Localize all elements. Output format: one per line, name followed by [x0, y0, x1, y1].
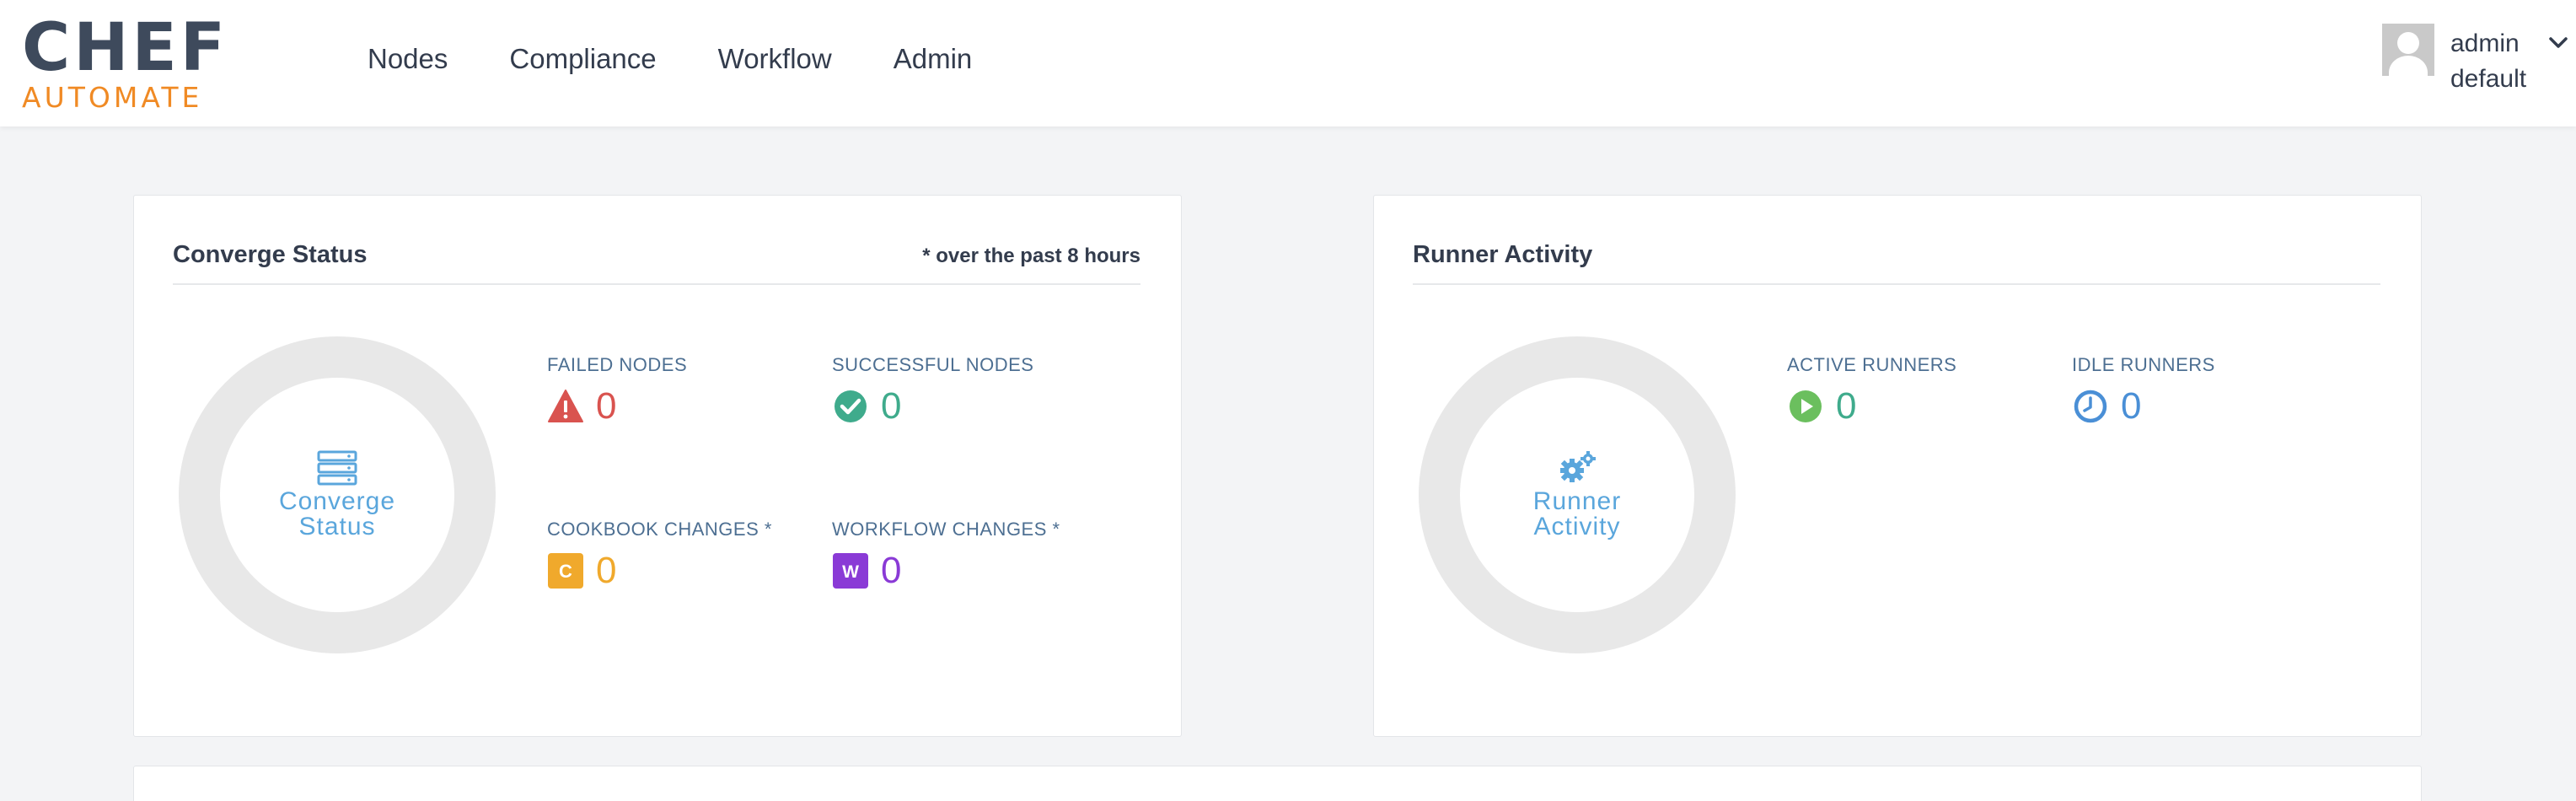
stat-label: ACTIVE RUNNERS	[1787, 354, 1957, 375]
runner-activity-donut[interactable]: Runner Activity	[1419, 336, 1736, 653]
nav-item-nodes[interactable]: Nodes	[368, 39, 448, 79]
stat-row: 0	[2072, 388, 2215, 425]
converge-status-donut[interactable]: Converge Status	[179, 336, 496, 653]
nav-item-compliance[interactable]: Compliance	[509, 39, 656, 79]
card-title: Converge Status	[173, 241, 368, 268]
failed-nodes-count: 0	[596, 385, 617, 427]
workflow-changes-stat[interactable]: WORKFLOW CHANGES * W 0	[832, 517, 1060, 589]
top-navbar: CHEF AUTOMATE Nodes Compliance Workflow …	[0, 0, 2576, 126]
donut-label: Converge Status	[278, 487, 396, 540]
logo-automate-text: AUTOMATE	[22, 81, 203, 114]
stat-label: COOKBOOK CHANGES *	[547, 519, 772, 540]
main-nav: Nodes Compliance Workflow Admin	[368, 39, 1033, 79]
donut-center: Runner Activity	[1460, 378, 1694, 612]
chevron-down-icon[interactable]	[2547, 32, 2569, 54]
stat-row: C 0	[547, 552, 772, 589]
stat-row: W 0	[832, 552, 1060, 589]
active-runners-stat[interactable]: ACTIVE RUNNERS 0	[1787, 352, 1956, 425]
play-circle-icon	[1790, 390, 1822, 422]
divider	[1413, 283, 2380, 285]
converge-status-card: Converge Status * over the past 8 hours …	[133, 195, 1182, 737]
next-card	[133, 766, 2422, 801]
server-stack-icon	[317, 450, 357, 486]
check-circle-icon	[835, 390, 867, 422]
card-title: Runner Activity	[1413, 241, 1593, 268]
avatar-head	[2397, 32, 2419, 54]
nav-item-workflow[interactable]: Workflow	[718, 39, 832, 79]
user-org: default	[2450, 65, 2527, 93]
warning-icon	[548, 390, 583, 422]
cookbook-changes-count: 0	[596, 550, 617, 591]
stat-label: FAILED NODES	[547, 354, 688, 375]
nav-item-admin[interactable]: Admin	[894, 39, 973, 79]
divider	[173, 283, 1140, 285]
stat-row: 0	[1787, 388, 1956, 425]
successful-nodes-stat[interactable]: SUCCESSFUL NODES 0	[832, 352, 1033, 425]
stat-row: 0	[547, 388, 687, 425]
svg-text:C: C	[559, 561, 572, 582]
stat-row: 0	[832, 388, 1033, 425]
stat-label: WORKFLOW CHANGES *	[832, 519, 1060, 540]
runner-activity-card: Runner Activity Runner Activity ACTIVE R…	[1373, 195, 2422, 737]
svg-text:W: W	[842, 562, 859, 582]
failed-nodes-stat[interactable]: FAILED NODES 0	[547, 352, 687, 425]
workflow-w-icon: W	[833, 553, 868, 589]
idle-runners-count: 0	[2121, 385, 2142, 427]
avatar[interactable]	[2382, 24, 2434, 76]
logo-chef-text: CHEF	[22, 10, 229, 86]
successful-nodes-count: 0	[881, 385, 902, 427]
workflow-changes-count: 0	[881, 550, 902, 591]
gears-icon	[1560, 451, 1596, 482]
donut-center: Converge Status	[220, 378, 454, 612]
user-name: admin	[2450, 30, 2520, 57]
active-runners-count: 0	[1836, 385, 1857, 427]
clock-icon	[2074, 390, 2107, 423]
time-range-note: * over the past 8 hours	[922, 245, 1140, 267]
user-menu[interactable]: admin default	[2382, 24, 2568, 99]
cookbook-c-icon: C	[548, 553, 583, 589]
cookbook-changes-stat[interactable]: COOKBOOK CHANGES * C 0	[547, 517, 772, 589]
idle-runners-stat[interactable]: IDLE RUNNERS 0	[2072, 352, 2215, 425]
chef-automate-logo[interactable]: CHEF AUTOMATE	[22, 15, 228, 113]
avatar-body	[2389, 56, 2428, 76]
stat-label: SUCCESSFUL NODES	[832, 354, 1034, 375]
stat-label: IDLE RUNNERS	[2072, 354, 2215, 375]
donut-label: Runner Activity	[1532, 487, 1622, 540]
